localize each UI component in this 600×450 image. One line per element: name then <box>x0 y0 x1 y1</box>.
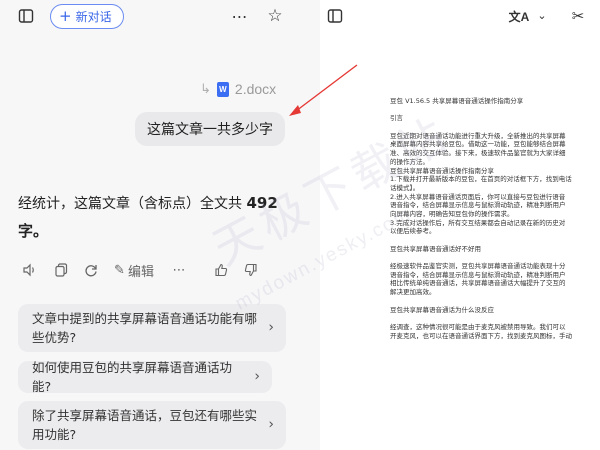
document-line: 3.完成对话操作后，所有交互结果都会自动记录在新的历史对 <box>390 218 566 227</box>
document-line: 以便后续参考。 <box>390 227 436 236</box>
document-line: 话模式】。 <box>390 183 420 192</box>
copy-icon[interactable] <box>52 260 70 280</box>
translate-icon[interactable]: 文A <box>508 7 530 25</box>
document-line: 相比传统单纯语音通话，共享屏幕语音通话大幅提升了交互的 <box>390 279 566 288</box>
arrow-right-icon: › <box>268 416 274 433</box>
star-icon[interactable]: ☆ <box>265 6 285 26</box>
word-doc-icon: W <box>216 81 229 97</box>
preview-sidebar-icon[interactable] <box>326 7 344 25</box>
suggestion-item[interactable]: 如何使用豆包的共享屏幕语音通话功能? › <box>18 360 272 394</box>
document-line: 的操作方法。 <box>390 157 429 166</box>
document-body: 豆包 V1.56.5 共享屏幕语音通话操作指南分享 引言 豆包近期对语音通话功能进行… <box>390 97 600 340</box>
document-line: 引言 <box>390 114 403 123</box>
document-line: 开麦克风，也可以在语音通话界面下方，找到麦克风图标，手动 <box>390 331 572 340</box>
more-options-icon[interactable]: ⋯ <box>230 6 250 26</box>
document-line: 语音指令，结合屏幕显示信息与鼠标滑动轨迹，精准判断用户 <box>390 201 566 210</box>
suggestion-text: 除了共享屏幕语音通话，豆包还有哪些实用功能? <box>32 408 258 442</box>
document-line: 解决更加高效。 <box>390 288 436 297</box>
new-chat-label: 新对话 <box>75 10 112 24</box>
document-line: 2.进入共享屏幕语音通话页面后，你可以直接与豆包进行语音 <box>390 192 566 201</box>
document-line: 向屏幕内容，明确告知豆包你的操作需求。 <box>390 209 514 218</box>
suggestion-item[interactable]: 除了共享屏幕语音通话，豆包还有哪些实用功能? › <box>18 401 286 449</box>
new-chat-button[interactable]: + 新对话 <box>50 4 124 29</box>
document-line: 准、高效的交互体验。接下来，极速软件品鉴官就为大家详细 <box>390 149 566 158</box>
scissors-icon[interactable]: ✂ <box>568 6 588 26</box>
document-line: 1.下载并打开最新版本的豆包，在首页的对话框下方，找到电话 <box>390 175 572 184</box>
assistant-answer: 经统计，这篇文章（含标点）全文共 492 字。 <box>18 190 288 246</box>
thumbs-down-icon[interactable] <box>242 260 260 280</box>
arrow-right-icon: › <box>268 319 274 336</box>
user-message-bubble: 这篇文章一共多少字 <box>135 112 285 146</box>
regenerate-icon[interactable] <box>82 260 100 280</box>
document-line: 豆包共享屏幕语音通话好不好用 <box>390 244 481 253</box>
edit-label: 编辑 <box>127 264 154 280</box>
suggestion-text: 如何使用豆包的共享屏幕语音通话功能? <box>32 360 233 394</box>
document-line: 经调查，这种情况很可能是由于麦克风被禁用导致。我们可以 <box>390 322 566 331</box>
document-line: 豆包 V1.56.5 共享屏幕语音通话操作指南分享 <box>390 97 524 105</box>
answer-suffix: 字。 <box>18 222 49 240</box>
document-line: 经极速软件品鉴官实测，豆包共享屏幕语音通话功能表现十分 <box>390 262 566 271</box>
reply-arrow-icon: ↳ <box>200 81 211 97</box>
suggestion-text: 文章中提到的共享屏幕语音通话功能有哪些优势? <box>32 311 258 345</box>
answer-action-bar: ✎ 编辑 ⋯ <box>20 260 270 280</box>
user-message-text: 这篇文章一共多少字 <box>147 122 273 138</box>
document-line: 豆包共享屏幕语音通话为什么没反应 <box>390 305 494 314</box>
chat-topbar: + 新对话 ⋯ ☆ <box>0 0 320 32</box>
edit-button[interactable]: ✎ 编辑 <box>114 260 154 280</box>
speaker-icon[interactable] <box>20 260 38 280</box>
edit-pen-icon: ✎ <box>114 262 125 278</box>
arrow-right-icon: › <box>254 368 260 385</box>
attachment-chip[interactable]: ↳ W 2.docx <box>200 81 276 97</box>
plus-icon: + <box>59 7 72 25</box>
more-actions-icon[interactable]: ⋯ <box>170 260 188 280</box>
thumbs-up-icon[interactable] <box>212 260 230 280</box>
sidebar-toggle-icon[interactable] <box>17 7 35 25</box>
chat-pane: + 新对话 ⋯ ☆ ↳ W 2.docx 这篇文章一共多少字 经统计，这篇文章（… <box>0 0 320 450</box>
document-line: 桌面屏幕内容共享给豆包。借助这一功能，豆包能够结合屏幕 <box>390 140 566 149</box>
chevron-down-icon[interactable]: ⌄ <box>535 8 549 22</box>
suggestion-item[interactable]: 文章中提到的共享屏幕语音通话功能有哪些优势? › <box>18 304 286 352</box>
attachment-name: 2.docx <box>234 81 277 97</box>
answer-count: 492 <box>246 194 278 212</box>
document-line: 豆包共享屏幕语音通话操作指南分享 <box>390 166 494 175</box>
answer-prefix: 经统计，这篇文章（含标点）全文共 <box>18 196 247 212</box>
